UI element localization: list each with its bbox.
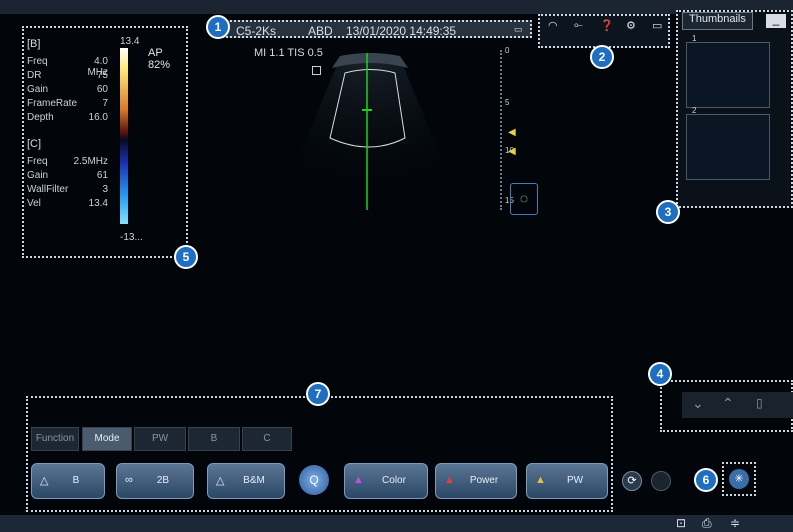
tab-c[interactable]: C — [242, 427, 292, 451]
keyboard-icon[interactable]: ▭ — [514, 24, 523, 35]
color-mode-title: [C] — [27, 138, 42, 150]
exam-header: C5-2Ks ABD 13/01/2020 14:49:35 ▭ — [222, 20, 532, 38]
color-scale-bar — [120, 48, 128, 224]
param-name: WallFilter — [27, 184, 69, 195]
help-icon[interactable]: ❓ — [600, 19, 614, 32]
b-mode-title: [B] — [27, 38, 41, 50]
param-value: 7 — [102, 98, 108, 109]
param-value: 2.5MHz — [73, 156, 108, 167]
scale-bottom-label: -13... — [120, 232, 143, 243]
callout-6: 6 — [694, 468, 718, 492]
param-name: FrameRate — [27, 98, 78, 109]
probe-label: C5-2Ks — [236, 24, 277, 38]
preset-label: ABD — [308, 24, 333, 38]
param-value: 75 — [96, 70, 108, 81]
monitor-icon[interactable]: ▭ — [652, 19, 662, 32]
dual-b-button[interactable]: ∞ 2B — [116, 463, 194, 499]
b-mode-button[interactable]: △ B — [31, 463, 105, 499]
scroll-up-icon[interactable]: ⌃ — [722, 395, 734, 412]
callout-7: 7 — [306, 382, 330, 406]
param-name: Gain — [27, 84, 49, 95]
callout-2: 2 — [590, 45, 614, 69]
thumbnails-tab[interactable]: Thumbnails — [682, 12, 753, 30]
scroll-down-icon[interactable]: ⌄ — [692, 395, 704, 412]
depth-label-5: 5 — [505, 98, 510, 107]
rotate-icon[interactable]: ◌ — [510, 183, 538, 215]
depth-scale — [500, 50, 504, 210]
param-name: Vel — [27, 198, 41, 209]
thumbnails-panel: Thumbnails _ 1 2 — [676, 10, 793, 208]
callout-1: 1 — [206, 15, 230, 39]
callout-4: 4 — [648, 362, 672, 386]
tab-pw[interactable]: PW — [134, 427, 186, 451]
wifi-icon[interactable]: ◠ — [548, 19, 558, 32]
power-mode-button[interactable]: ▲ Power — [435, 463, 517, 499]
status-icons: ◠ ⟜ ❓ ⚙ ▭ — [538, 14, 670, 48]
param-value: 61 — [96, 170, 108, 181]
callout-3: 3 — [656, 200, 680, 224]
tab-b[interactable]: B — [188, 427, 240, 451]
param-name: Freq — [27, 156, 48, 167]
tab-function[interactable]: Function — [31, 427, 79, 451]
refresh-icon[interactable]: ⟳ — [622, 471, 642, 491]
param-value: 60 — [96, 84, 108, 95]
bm-mode-button[interactable]: △ B&M — [207, 463, 285, 499]
bottom-bar: ⊡ ⎙ ≑ — [0, 515, 793, 532]
focus-marker-icon-2[interactable]: ◀ — [508, 146, 516, 157]
color-mode-button[interactable]: ▲ Color — [344, 463, 428, 499]
freeze-icon[interactable]: ✳ — [729, 469, 749, 489]
minimize-button[interactable]: _ — [766, 13, 786, 28]
delete-icon[interactable]: ▯ — [756, 396, 763, 410]
param-name: Depth — [27, 112, 54, 123]
thumbnail-2[interactable] — [686, 114, 770, 180]
focus-marker-icon[interactable]: ◀ — [508, 127, 516, 138]
callout-5: 5 — [174, 245, 198, 269]
param-name: DR — [27, 70, 42, 81]
param-value: 16.0 — [88, 112, 108, 123]
copy-icon[interactable] — [651, 471, 671, 491]
pw-mode-button[interactable]: ▲ PW — [526, 463, 608, 499]
freeze-area: ✳ — [722, 462, 756, 496]
thumbnail-1[interactable] — [686, 42, 770, 108]
tab-mode[interactable]: Mode — [82, 427, 132, 451]
param-name: Freq — [27, 56, 48, 67]
print-icon[interactable]: ⎙ — [702, 516, 712, 531]
gear-icon[interactable]: ⚙ — [626, 19, 636, 32]
datetime-label: 13/01/2020 14:49:35 — [346, 24, 457, 38]
ultrasound-sector[interactable] — [270, 48, 490, 218]
param-name: Gain — [27, 170, 49, 181]
q-button[interactable]: Q — [299, 465, 329, 495]
usb-icon[interactable]: ⟜ — [574, 19, 583, 32]
thumbnail-navigation: ⌄ ⌃ ▯ — [660, 380, 793, 432]
ap-label: AP 82% — [148, 47, 171, 71]
parameter-panel: [B] Freq 4.0 MHz DR 75 Gain 60 FrameRate 7 Depth… — [22, 26, 188, 258]
top-bar — [0, 0, 793, 14]
control-panel — [26, 396, 613, 512]
scale-top-label: 13.4 — [120, 36, 140, 47]
param-value: 13.4 — [88, 198, 108, 209]
depth-label-0: 0 — [505, 46, 510, 55]
save-icon[interactable]: ⊡ — [676, 516, 686, 530]
param-value: 3 — [102, 184, 108, 195]
settings-sliders-icon[interactable]: ≑ — [730, 516, 740, 530]
